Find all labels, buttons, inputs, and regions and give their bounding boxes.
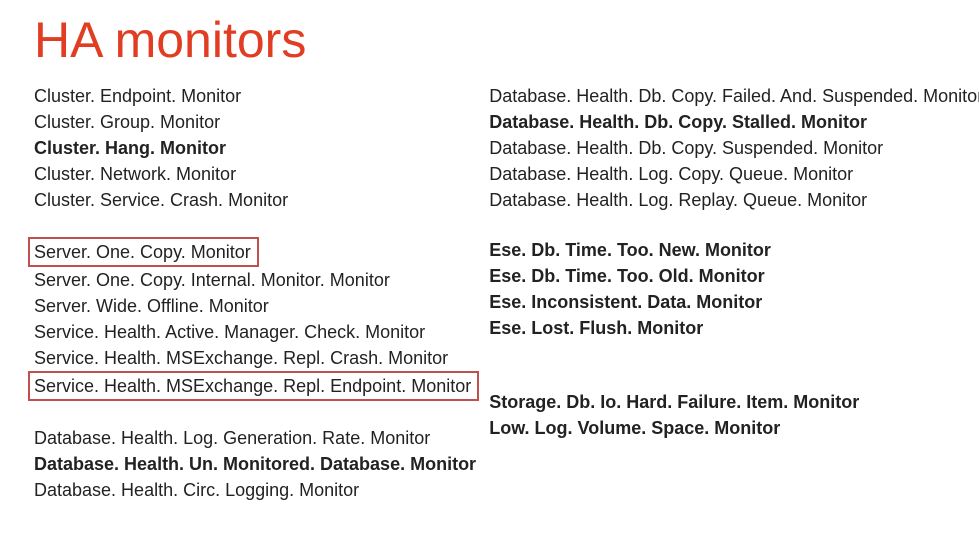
highlighted-item: Server. One. Copy. Monitor: [28, 237, 259, 267]
group-storage: Storage. Db. Io. Hard. Failure. Item. Mo…: [489, 389, 979, 441]
group-dbhealth-right: Database. Health. Db. Copy. Failed. And.…: [489, 83, 979, 213]
group-ese: Ese. Db. Time. Too. New. Monitor Ese. Db…: [489, 237, 979, 341]
group-dbhealth-left: Database. Health. Log. Generation. Rate.…: [34, 425, 479, 503]
list-item: Database. Health. Db. Copy. Stalled. Mon…: [489, 109, 979, 135]
page-title: HA monitors: [34, 14, 945, 67]
col-left: Cluster. Endpoint. Monitor Cluster. Grou…: [34, 83, 479, 527]
list-item: Database. Health. Circ. Logging. Monitor: [34, 477, 479, 503]
list-item: Ese. Db. Time. Too. Old. Monitor: [489, 263, 979, 289]
list-item: Database. Health. Db. Copy. Failed. And.…: [489, 83, 979, 109]
list-item: Database. Health. Db. Copy. Suspended. M…: [489, 135, 979, 161]
list-item: Cluster. Service. Crash. Monitor: [34, 187, 479, 213]
list-item: Ese. Inconsistent. Data. Monitor: [489, 289, 979, 315]
list-item: Ese. Lost. Flush. Monitor: [489, 315, 979, 341]
list-item: Database. Health. Log. Copy. Queue. Moni…: [489, 161, 979, 187]
list-item: Ese. Db. Time. Too. New. Monitor: [489, 237, 979, 263]
list-item: Database. Health. Log. Replay. Queue. Mo…: [489, 187, 979, 213]
group-cluster: Cluster. Endpoint. Monitor Cluster. Grou…: [34, 83, 479, 213]
list-item: Service. Health. Active. Manager. Check.…: [34, 319, 479, 345]
highlighted-item: Service. Health. MSExchange. Repl. Endpo…: [28, 371, 479, 401]
list-item: Cluster. Group. Monitor: [34, 109, 479, 135]
group-server: Server. One. Copy. Monitor Server. One. …: [34, 237, 479, 401]
col-right: Database. Health. Db. Copy. Failed. And.…: [489, 83, 979, 527]
list-item: Storage. Db. Io. Hard. Failure. Item. Mo…: [489, 389, 979, 415]
list-item: Server. Wide. Offline. Monitor: [34, 293, 479, 319]
list-item: Server. One. Copy. Internal. Monitor. Mo…: [34, 267, 479, 293]
list-item: Database. Health. Log. Generation. Rate.…: [34, 425, 479, 451]
list-item: Service. Health. MSExchange. Repl. Crash…: [34, 345, 479, 371]
columns: Cluster. Endpoint. Monitor Cluster. Grou…: [34, 83, 945, 527]
list-item: Cluster. Endpoint. Monitor: [34, 83, 479, 109]
list-item: Cluster. Network. Monitor: [34, 161, 479, 187]
list-item: Cluster. Hang. Monitor: [34, 135, 479, 161]
list-item: Database. Health. Un. Monitored. Databas…: [34, 451, 479, 477]
slide: HA monitors Cluster. Endpoint. Monitor C…: [0, 0, 979, 551]
list-item: Low. Log. Volume. Space. Monitor: [489, 415, 979, 441]
